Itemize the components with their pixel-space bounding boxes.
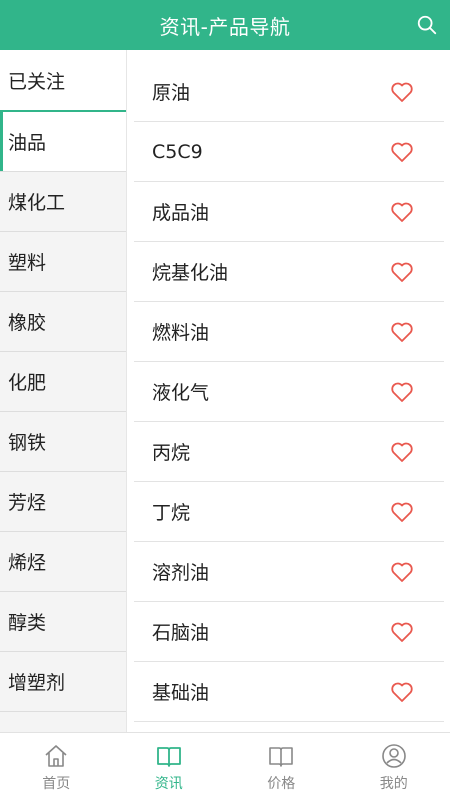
category-label: 芳烃	[8, 488, 46, 515]
category-label: 烯烃	[8, 548, 46, 575]
tab-home[interactable]: 首页	[0, 733, 113, 801]
category-item-oil[interactable]: 油品	[0, 112, 126, 172]
heart-icon[interactable]	[390, 321, 414, 343]
product-name: 液化气	[152, 378, 209, 405]
product-list: 原油 C5C9 成品油 烷基化油 燃料油 液化气 丙烷 丁烷 溶剂油 石脑油 基…	[134, 62, 444, 732]
list-item[interactable]: C5C9	[134, 122, 444, 182]
category-label: 化肥	[8, 368, 46, 395]
top-bar: 资讯-产品导航	[0, 0, 450, 50]
category-label: 醇类	[8, 608, 46, 635]
heart-icon[interactable]	[390, 441, 414, 463]
list-item[interactable]: 烷基化油	[134, 242, 444, 302]
heart-icon[interactable]	[390, 681, 414, 703]
tab-label: 我的	[380, 773, 408, 793]
heart-icon[interactable]	[390, 201, 414, 223]
category-item-coal-chemical[interactable]: 煤化工	[0, 172, 126, 232]
heart-icon[interactable]	[390, 561, 414, 583]
list-item[interactable]: 丁烷	[134, 482, 444, 542]
tab-label: 资讯	[155, 773, 183, 793]
bottom-tab-bar: 首页 资讯 价格 我的	[0, 732, 450, 801]
product-name: 成品油	[152, 198, 209, 225]
list-item[interactable]: 丙烷	[134, 422, 444, 482]
category-item-fertilizer[interactable]: 化肥	[0, 352, 126, 412]
tab-label: 首页	[42, 773, 70, 793]
category-item-aromatics[interactable]: 芳烃	[0, 472, 126, 532]
product-name: C5C9	[152, 141, 203, 163]
list-item[interactable]: 燃料油	[134, 302, 444, 362]
category-item-plasticizer[interactable]: 增塑剂	[0, 652, 126, 712]
book-outline-icon	[268, 743, 294, 769]
book-icon	[156, 743, 182, 769]
heart-icon[interactable]	[390, 381, 414, 403]
category-item-plastic[interactable]: 塑料	[0, 232, 126, 292]
category-label: 煤化工	[8, 188, 65, 215]
category-label: 橡胶	[8, 308, 46, 335]
heart-icon[interactable]	[390, 621, 414, 643]
category-item-steel[interactable]: 钢铁	[0, 412, 126, 472]
product-name: 溶剂油	[152, 558, 209, 585]
product-name: 石脑油	[152, 618, 209, 645]
list-item[interactable]: 液化气	[134, 362, 444, 422]
category-label: 增塑剂	[8, 668, 65, 695]
tab-label: 价格	[267, 773, 295, 793]
tab-price[interactable]: 价格	[225, 733, 338, 801]
category-item-alcohols[interactable]: 醇类	[0, 592, 126, 652]
category-item-followed[interactable]: 已关注	[0, 50, 126, 112]
search-icon[interactable]	[416, 14, 438, 36]
product-name: 丙烷	[152, 438, 190, 465]
tab-news[interactable]: 资讯	[113, 733, 226, 801]
user-icon	[381, 743, 407, 769]
category-item-olefins[interactable]: 烯烃	[0, 532, 126, 592]
heart-icon[interactable]	[390, 501, 414, 523]
heart-icon[interactable]	[390, 261, 414, 283]
category-item-rubber[interactable]: 橡胶	[0, 292, 126, 352]
list-item[interactable]: 石脑油	[134, 602, 444, 662]
page-title: 资讯-产品导航	[160, 11, 291, 40]
category-label: 已关注	[8, 67, 65, 94]
product-name: 燃料油	[152, 318, 209, 345]
product-name: 烷基化油	[152, 258, 228, 285]
list-item[interactable]: 原油	[134, 62, 444, 122]
product-name: 基础油	[152, 678, 209, 705]
list-item[interactable]: 溶剂油	[134, 542, 444, 602]
category-label: 油品	[8, 128, 46, 155]
product-name: 丁烷	[152, 498, 190, 525]
heart-icon[interactable]	[390, 81, 414, 103]
list-item[interactable]: 基础油	[134, 662, 444, 722]
heart-icon[interactable]	[390, 141, 414, 163]
category-label: 钢铁	[8, 428, 46, 455]
home-icon	[43, 743, 69, 769]
category-sidebar: 已关注 油品 煤化工 塑料 橡胶 化肥 钢铁 芳烃 烯烃 醇类 增塑剂	[0, 50, 127, 732]
tab-mine[interactable]: 我的	[338, 733, 450, 801]
list-item[interactable]: 成品油	[134, 182, 444, 242]
category-label: 塑料	[8, 248, 46, 275]
product-name: 原油	[152, 78, 190, 105]
